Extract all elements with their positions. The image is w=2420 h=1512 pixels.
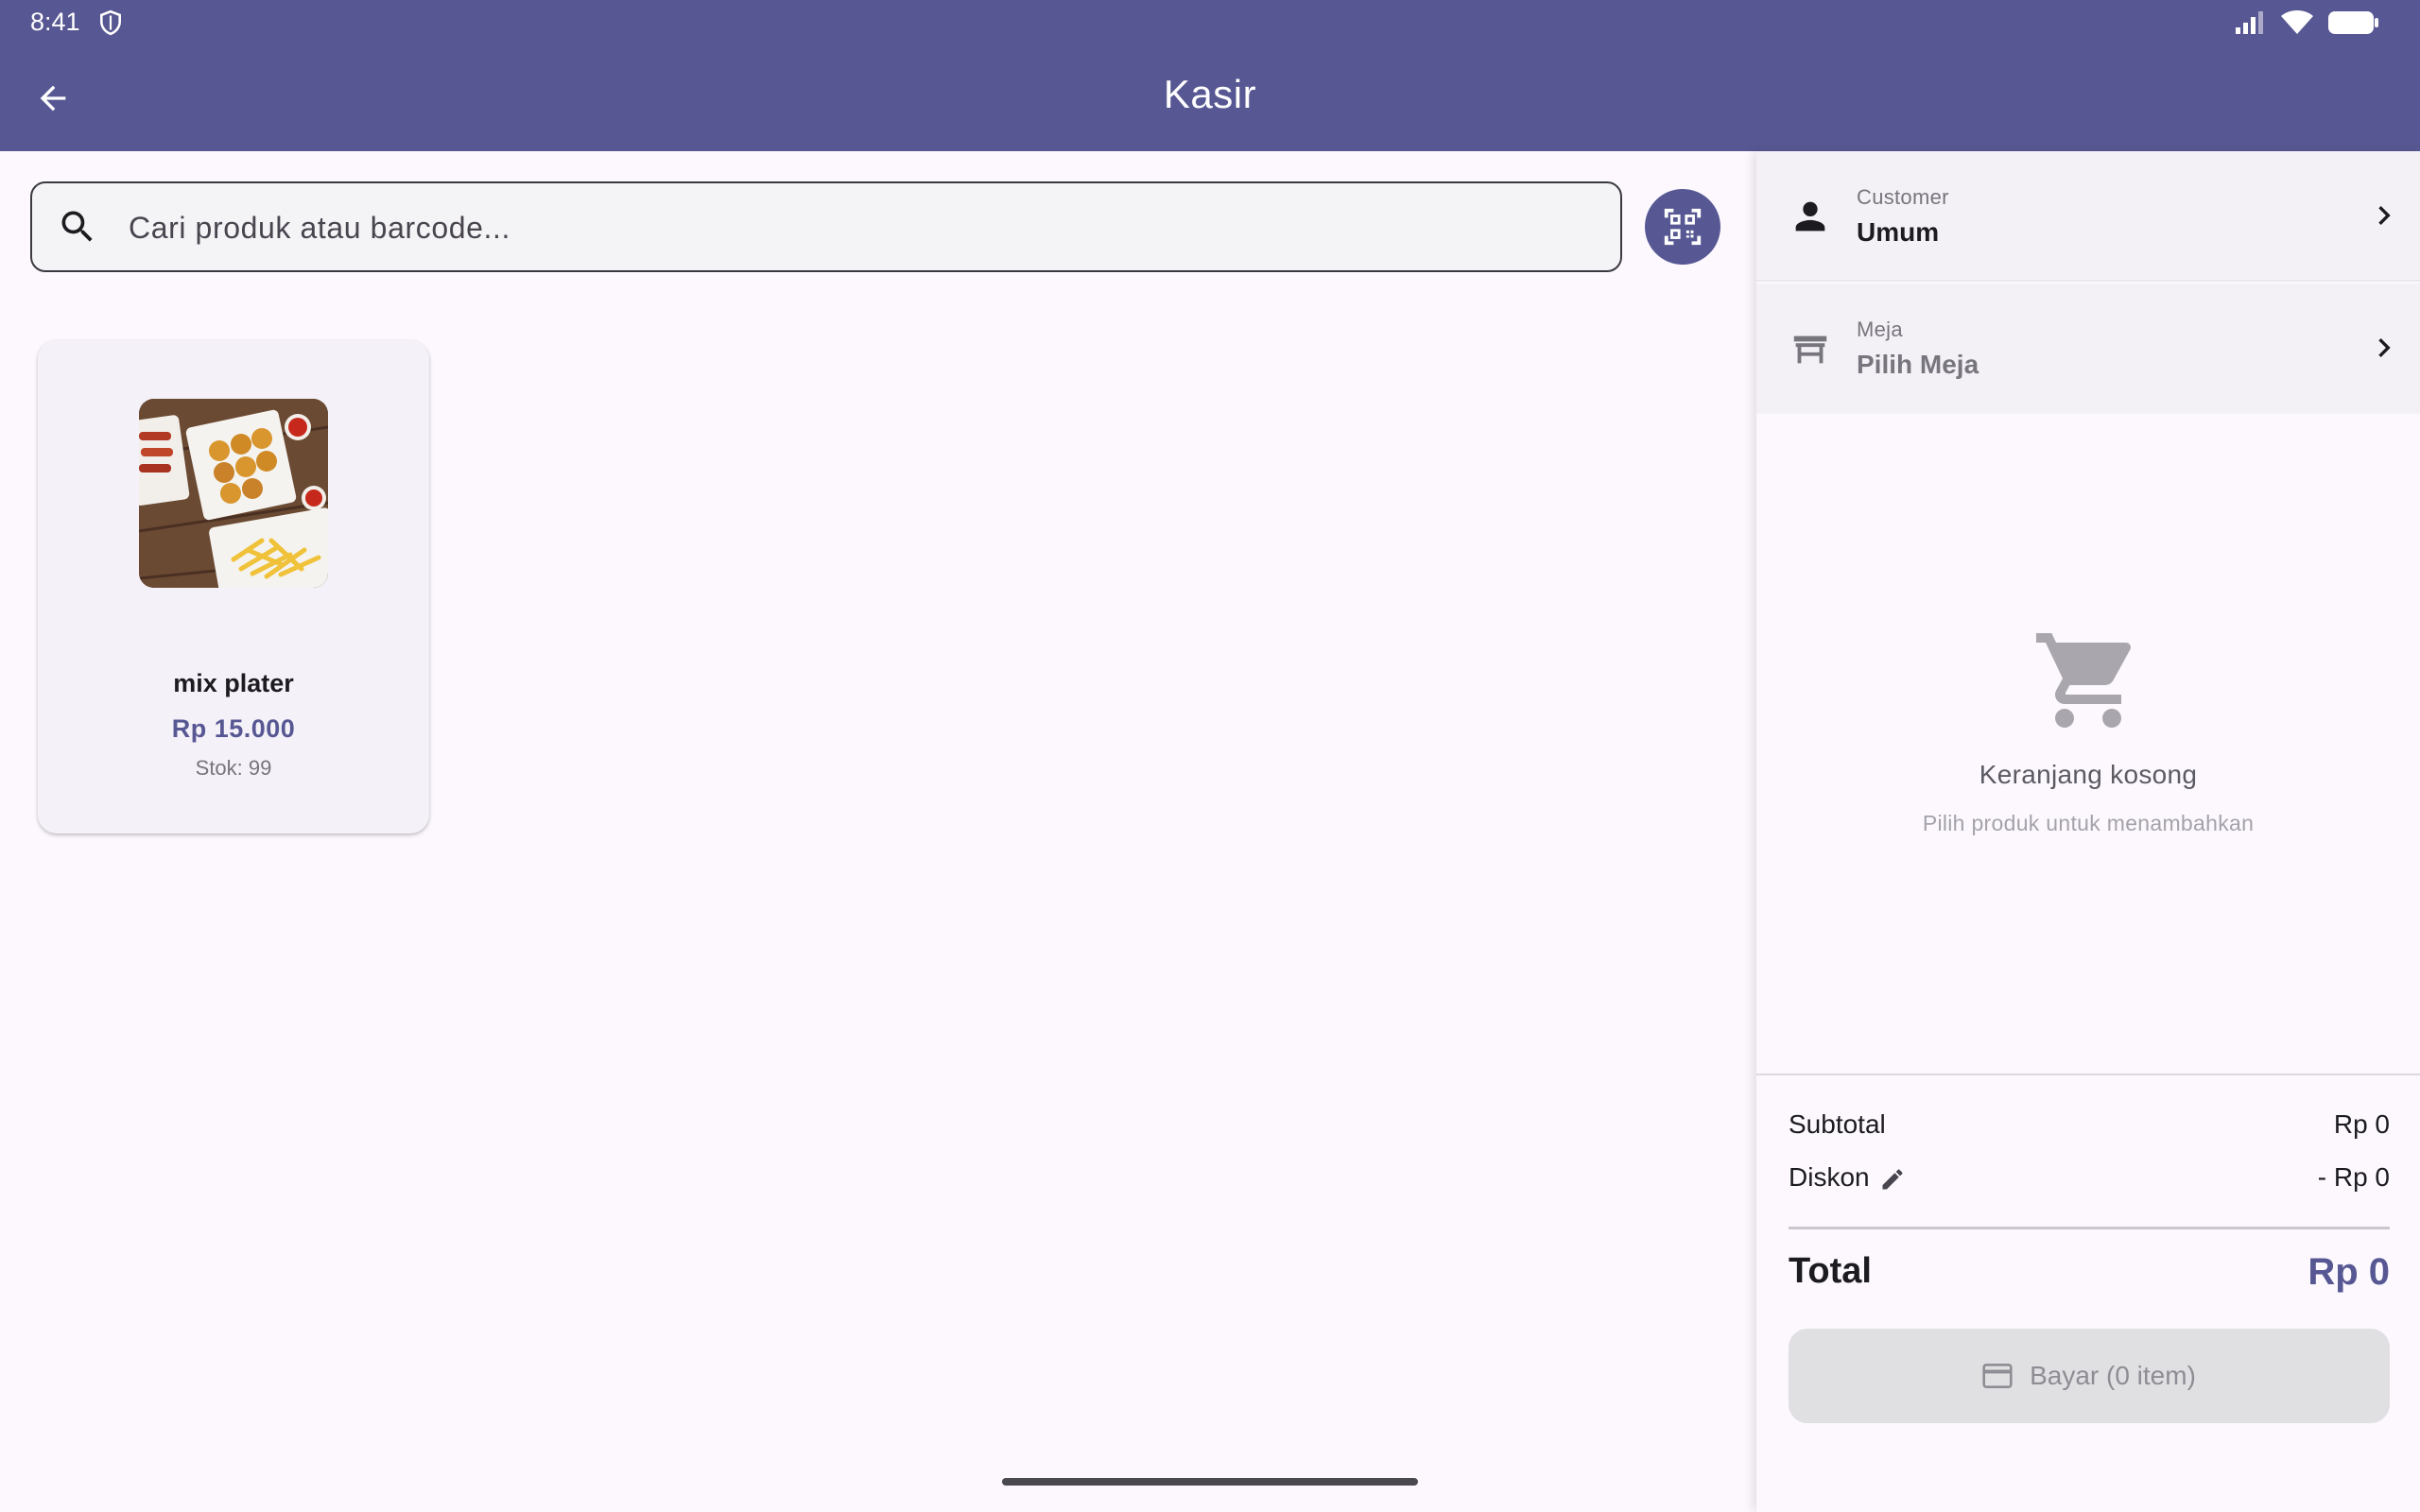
chevron-right-icon [2378,338,2391,357]
total-row: Total Rp 0 [1789,1251,2390,1298]
chevron-right-icon [2378,206,2391,225]
subtotal-row: Subtotal Rp 0 [1789,1109,2390,1143]
discount-row[interactable]: Diskon - Rp 0 [1789,1162,2390,1196]
status-indicators [2235,9,2380,36]
empty-cart-subtitle: Pilih produk untuk menambahkan [1922,811,2255,835]
home-indicator[interactable] [1002,1478,1418,1486]
search-icon [61,211,93,242]
wifi-icon [2281,10,2313,34]
app-bar: 8:41 Kasir [0,0,2420,151]
search-input[interactable] [129,206,1584,249]
table-value: Pilih Meja [1857,350,1979,379]
pay-button[interactable]: Bayar (0 item) [1789,1329,2390,1423]
customer-label: Customer [1857,185,1949,209]
subtotal-value: Rp 0 [2333,1109,2390,1139]
page-title: Kasir [1163,72,1257,116]
product-card[interactable]: mix plater Rp 15.000 Stok: 99 [38,340,429,833]
pay-button-label: Bayar (0 item) [2030,1361,2196,1390]
search-bar[interactable] [30,181,1622,272]
status-time: 8:41 [30,8,80,36]
battery-icon [2328,11,2378,34]
shopping-cart-icon [2036,633,2132,728]
total-label: Total [1789,1251,1872,1291]
empty-cart-state: Keranjang kosong Pilih produk untuk mena… [1756,624,2420,836]
shield-icon [100,9,121,36]
qr-code-scanner-icon [1664,208,1702,246]
total-value: Rp 0 [2308,1251,2390,1293]
divider [1789,1227,2390,1229]
table-selector[interactable]: Meja Pilih Meja [1756,284,2420,414]
discount-value: - Rp 0 [2317,1162,2390,1192]
customer-selector[interactable]: Customer Umum [1756,151,2420,282]
edit-icon[interactable] [1879,1166,1906,1193]
table-label: Meja [1857,318,1903,341]
order-summary: Subtotal Rp 0 Diskon - Rp 0 Total Rp 0 B… [1756,1074,2420,1512]
subtotal-label: Subtotal [1789,1109,1886,1139]
product-price: Rp 15.000 [171,714,296,743]
person-icon [1795,201,1825,232]
discount-label: Diskon [1789,1162,1870,1192]
cart-panel: Customer Umum Meja Pilih Meja Keranjang … [1756,151,2420,1512]
empty-cart-title: Keranjang kosong [1979,760,2198,789]
product-stock: Stok: 99 [195,756,272,780]
credit-card-icon [1982,1364,2013,1388]
table-icon [1793,335,1827,364]
customer-value: Umum [1857,217,1940,247]
scan-barcode-button[interactable] [1645,189,1720,265]
product-image [139,399,328,588]
product-name: mix plater [173,669,294,697]
signal-icon [2236,11,2263,34]
